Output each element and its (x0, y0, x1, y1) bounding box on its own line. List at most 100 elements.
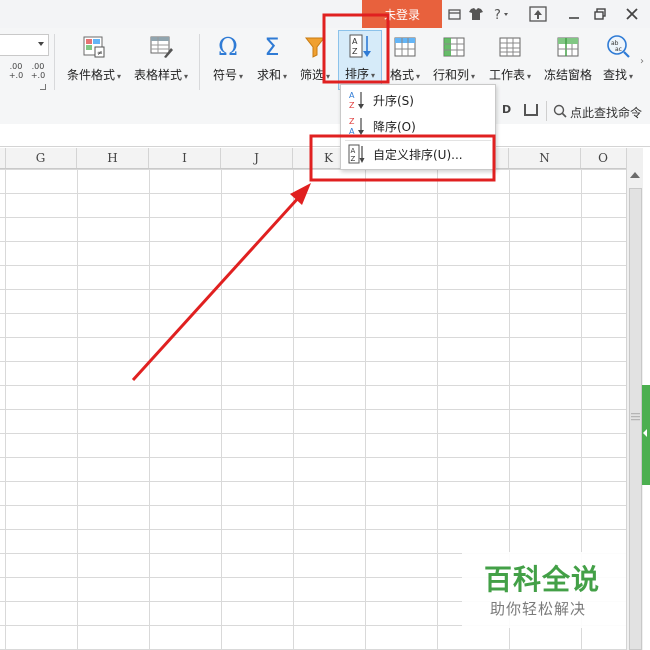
grip-icon: ― ― ― (631, 409, 640, 425)
login-button[interactable]: 未登录 (362, 0, 442, 28)
sigma-icon: Σ (264, 33, 280, 61)
svg-text:Z: Z (352, 47, 358, 56)
svg-text:Z: Z (351, 155, 356, 163)
watermark: 百科全说 助你轻松解决 (462, 552, 626, 628)
chevron-right-icon[interactable]: › (640, 56, 644, 67)
vertical-scrollbar[interactable]: ― ― ― (626, 148, 643, 650)
sort-descending-label: 降序(O) (373, 119, 416, 134)
sort-ascending-icon: AZ (347, 90, 367, 110)
find-button[interactable]: ab ac 查找 ▾ (598, 32, 638, 88)
symbol-button[interactable]: Ω 符号 ▾ (206, 32, 250, 88)
conditional-format-button[interactable]: ≠ 条件格式 ▾ (62, 32, 126, 88)
watermark-title: 百科全说 (484, 563, 601, 596)
svg-text:A: A (351, 147, 356, 155)
svg-text:ac: ac (615, 46, 622, 53)
font-size-dropdown[interactable] (0, 34, 49, 56)
svg-text:≠: ≠ (97, 49, 103, 57)
conditional-format-label: 条件格式 (66, 68, 115, 82)
scroll-up-icon[interactable] (630, 172, 640, 178)
custom-sort-label: 自定义排序(U)... (373, 147, 463, 162)
svg-text:Z: Z (349, 101, 355, 110)
chevron-down-icon: ▾ (416, 72, 421, 81)
secondary-toolbar: D 点此查找命令 (0, 98, 650, 125)
svg-text:Z: Z (349, 117, 355, 126)
row-col-button[interactable]: 行和列 ▾ (428, 32, 480, 88)
row-col-label: 行和列 (432, 68, 469, 82)
filter-icon (301, 32, 329, 62)
column-header-j[interactable]: J (221, 148, 293, 168)
omega-icon: Ω (218, 33, 238, 61)
sort-icon: AZ (346, 31, 374, 61)
format-button[interactable]: 格式 ▾ (384, 32, 426, 88)
search-command-box[interactable]: 点此查找命令 (546, 101, 647, 121)
worksheet-button[interactable]: 工作表 ▾ (484, 32, 536, 88)
column-header-n[interactable]: N (509, 148, 581, 168)
skin-icon[interactable] (447, 5, 461, 23)
table-style-button[interactable]: 表格样式 ▾ (130, 32, 192, 88)
chevron-down-icon: ▾ (471, 72, 476, 81)
worksheet-icon (496, 32, 524, 62)
custom-sort-icon: AZ (347, 144, 367, 164)
sort-label: 排序 (344, 67, 369, 81)
column-header-h[interactable]: H (77, 148, 149, 168)
close-icon[interactable] (624, 5, 640, 23)
freeze-pane-button[interactable]: 冻结窗格 (540, 32, 596, 88)
increase-decimal-button[interactable]: .00 +.0 (6, 62, 26, 82)
minimize-icon[interactable] (566, 5, 582, 23)
table-style-icon (147, 32, 175, 62)
decrease-decimal-sub: +.0 (30, 71, 46, 80)
decrease-decimal-top: .00 (31, 62, 45, 71)
menu-item-sort-descending[interactable]: ZA 降序(O) (341, 113, 495, 139)
help-icon[interactable]: ? (490, 5, 512, 23)
side-panel-toggle[interactable] (642, 385, 650, 485)
tshirt-icon[interactable] (466, 5, 488, 23)
row-col-icon (440, 32, 468, 62)
table-style-label: 表格样式 (133, 68, 182, 82)
chevron-down-icon: ▾ (184, 72, 189, 81)
filter-button[interactable]: 筛选 ▾ (296, 32, 334, 88)
title-bar: 未登录 ? (0, 0, 650, 28)
column-header-o[interactable]: O (581, 148, 625, 168)
ribbon-separator (199, 34, 200, 90)
increase-decimal-sub: +.0 (8, 71, 24, 80)
sum-button[interactable]: Σ 求和 ▾ (252, 32, 292, 88)
restore-up-icon[interactable] (528, 5, 548, 23)
chevron-down-icon: ▾ (629, 72, 634, 81)
chevron-down-icon: ▾ (371, 71, 376, 80)
chevron-down-icon: ▾ (326, 72, 331, 81)
b-icon[interactable]: D (502, 103, 511, 116)
ribbon-toolbar: .00 +.0 .00 +.0 ≠ 条件格式 ▾ 表格样式 ▾ Ω 符号 ▾ Σ 求和… (0, 28, 650, 99)
freeze-pane-label: 冻结窗格 (543, 68, 592, 82)
watermark-subtitle: 助你轻松解决 (490, 600, 587, 618)
search-command-label: 点此查找命令 (570, 106, 643, 120)
column-header-g[interactable]: G (5, 148, 77, 168)
chevron-down-icon: ▾ (117, 72, 122, 81)
find-label: 查找 (602, 68, 627, 82)
chevron-down-icon: ▾ (239, 72, 244, 81)
chevron-down-icon: ▾ (283, 72, 288, 81)
increase-decimal-top: .00 (9, 62, 23, 71)
ribbon-separator (54, 34, 55, 90)
svg-text:A: A (349, 127, 355, 136)
svg-text:A: A (349, 91, 355, 100)
sort-button[interactable]: AZ 排序 ▾ (338, 30, 382, 90)
conditional-format-icon: ≠ (80, 32, 108, 62)
formula-input[interactable] (0, 124, 650, 147)
sort-dropdown-menu: AZ 升序(S) ZA 降序(O) AZ 自定义排序(U)... (340, 84, 496, 170)
freeze-pane-icon (554, 32, 582, 62)
menu-item-custom-sort[interactable]: AZ 自定义排序(U)... (341, 141, 495, 167)
decrease-decimal-button[interactable]: .00 +.0 (28, 62, 48, 82)
find-icon: ab ac (604, 32, 632, 62)
paint-icon[interactable] (524, 104, 538, 116)
dialog-launcher-icon[interactable] (40, 84, 46, 90)
maximize-icon[interactable] (592, 5, 608, 23)
format-icon (391, 32, 419, 62)
search-icon (553, 104, 567, 118)
chevron-down-icon (38, 42, 44, 46)
format-label: 格式 (389, 68, 414, 82)
svg-text:?: ? (494, 8, 501, 21)
column-header-i[interactable]: I (149, 148, 221, 168)
svg-text:A: A (352, 37, 358, 46)
chevron-left-icon (643, 429, 647, 437)
menu-item-sort-ascending[interactable]: AZ 升序(S) (341, 87, 495, 113)
